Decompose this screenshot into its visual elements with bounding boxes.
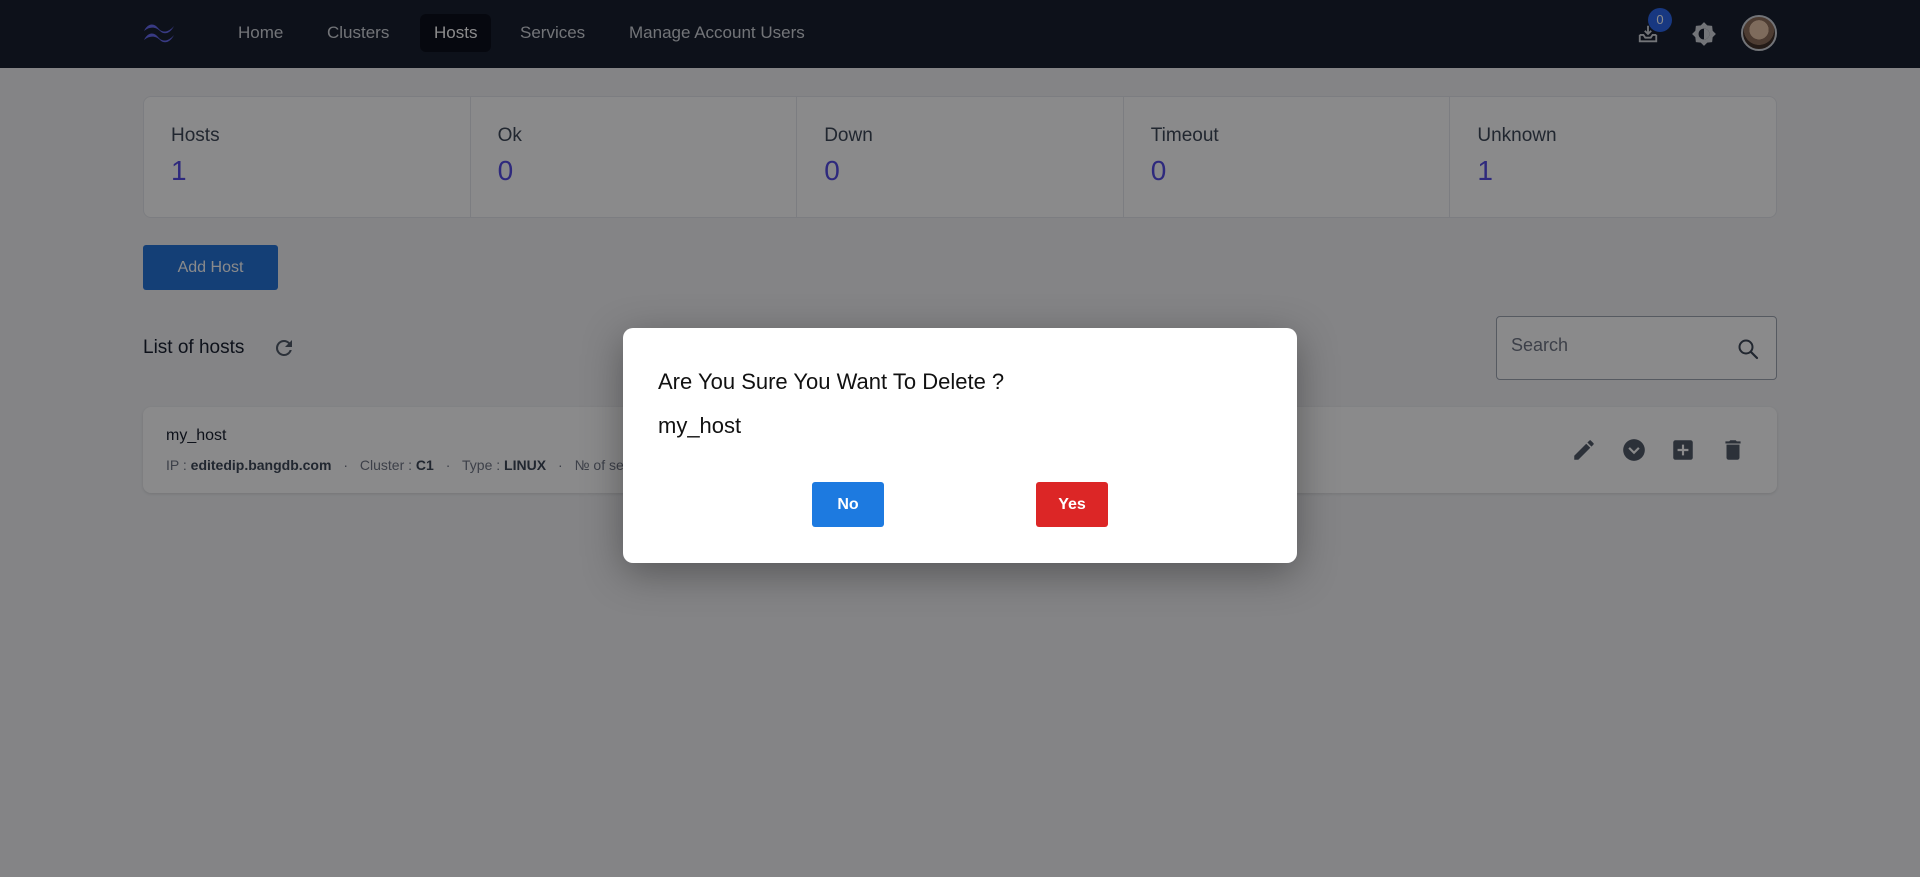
no-button[interactable]: No — [812, 482, 884, 527]
delete-confirm-dialog: Are You Sure You Want To Delete ? my_hos… — [623, 328, 1297, 563]
dialog-title: Are You Sure You Want To Delete ? — [658, 369, 1005, 394]
dialog-item-name: my_host — [658, 413, 742, 438]
yes-button[interactable]: Yes — [1036, 482, 1108, 527]
